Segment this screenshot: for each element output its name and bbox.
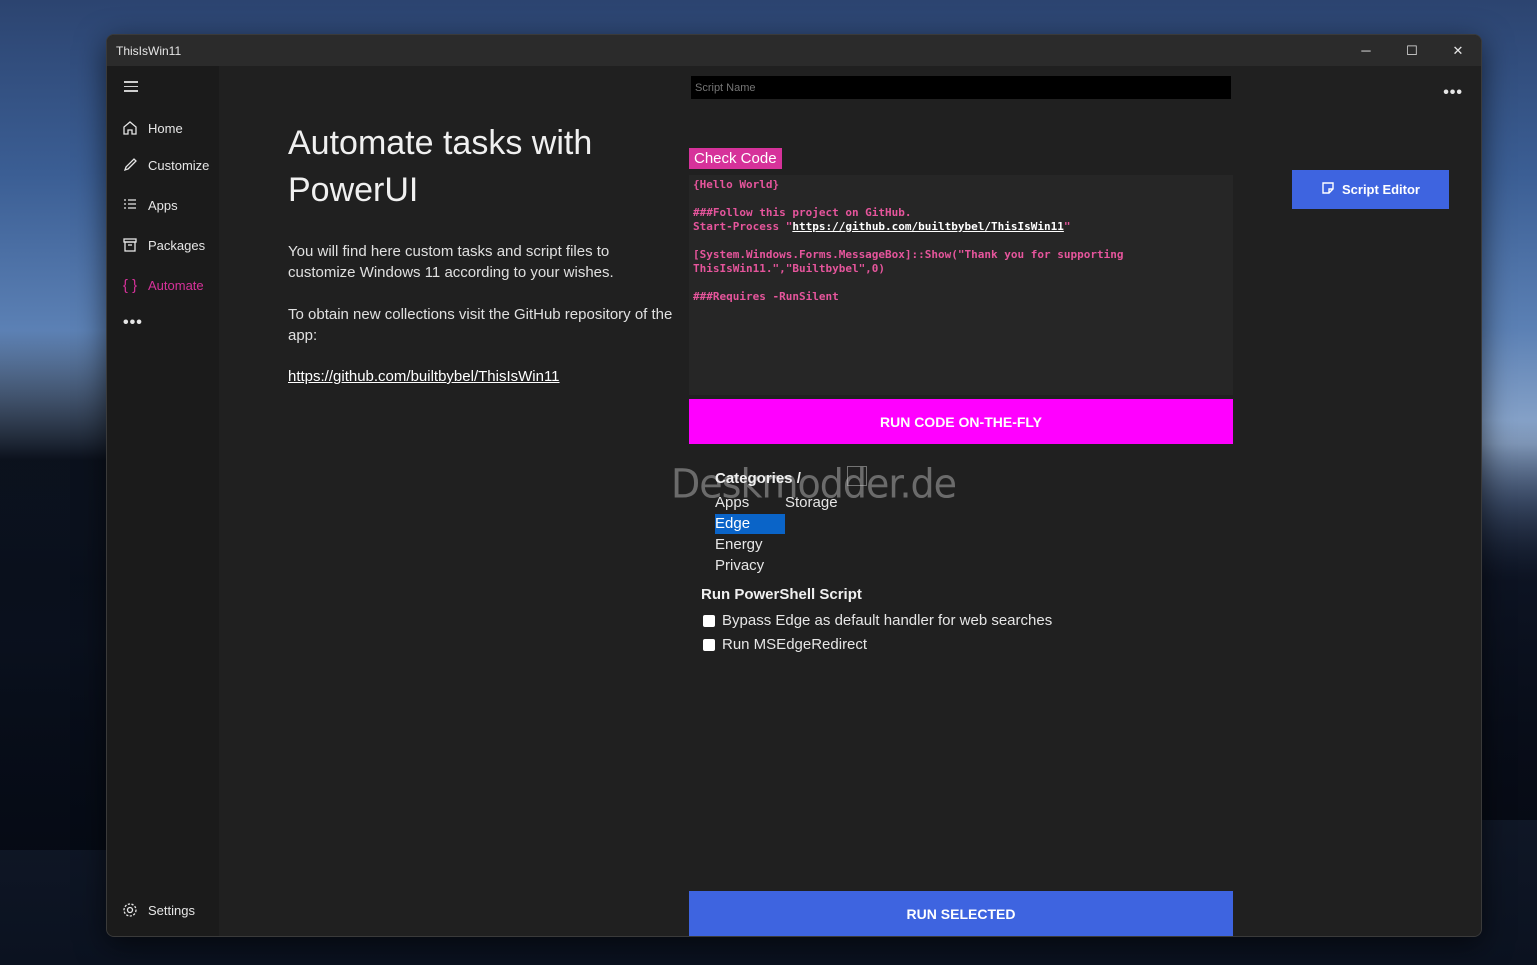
- categories-label: Categories /: [715, 470, 801, 487]
- pen-icon: [121, 156, 139, 174]
- run-selected-button[interactable]: RUN SELECTED: [689, 891, 1233, 936]
- sidebar-item-label: Apps: [148, 197, 178, 213]
- window-title: ThisIsWin11: [116, 43, 182, 58]
- code-url: https://github.com/builtbybel/ThisIsWin1…: [792, 220, 1064, 233]
- sidebar-item-packages[interactable]: Packages: [121, 236, 205, 254]
- title-bar[interactable]: ThisIsWin11 ─ ☐ ✕: [107, 35, 1481, 66]
- code-line: {Hello World}: [693, 178, 780, 191]
- category-storage[interactable]: Storage: [785, 493, 838, 513]
- sidebar-item-settings[interactable]: Settings: [121, 901, 195, 919]
- wallpaper-trees-right: [1477, 420, 1537, 820]
- page-title: Automate tasks with PowerUI: [288, 124, 593, 209]
- sidebar-item-label: Settings: [148, 902, 195, 918]
- repository-text: To obtain new collections visit the GitH…: [288, 306, 673, 344]
- checkbox-box[interactable]: [703, 614, 715, 627]
- sidebar-item-label: Home: [148, 120, 183, 136]
- github-link[interactable]: https://github.com/builtbybel/ThisIsWin1…: [288, 368, 560, 385]
- more-nav-icon[interactable]: •••: [123, 314, 143, 332]
- code-line: ThisIsWin11.","Builtbybel",0): [693, 262, 886, 275]
- category-apps[interactable]: Apps: [715, 493, 749, 513]
- app-window: ThisIsWin11 ─ ☐ ✕ Home Customize Apps Pa…: [106, 34, 1482, 937]
- run-code-on-the-fly-button[interactable]: RUN CODE ON-THE-FLY: [689, 399, 1233, 444]
- sidebar-item-label: Customize: [148, 157, 210, 173]
- close-icon: ✕: [1452, 42, 1464, 58]
- code-line: ###Follow this project on GitHub.: [693, 206, 912, 219]
- category-privacy[interactable]: Privacy: [715, 556, 764, 576]
- description-text: You will find here custom tasks and scri…: [288, 243, 614, 281]
- braces-icon: { }: [122, 276, 138, 294]
- gear-icon: [121, 901, 139, 919]
- check-code-label[interactable]: Check Code: [689, 148, 782, 169]
- sidebar-item-label: Automate: [148, 277, 204, 293]
- msedgeredirect-checkbox[interactable]: Run MSEdgeRedirect: [703, 636, 867, 653]
- script-editor-label: Script Editor: [1341, 182, 1420, 197]
- home-icon: [121, 119, 139, 137]
- sidebar-item-label: Packages: [148, 237, 206, 253]
- script-name-input[interactable]: [691, 76, 1231, 99]
- box-icon: [121, 236, 139, 254]
- close-button[interactable]: ✕: [1435, 35, 1481, 66]
- code-line: ###Requires -RunSilent: [693, 290, 839, 303]
- sidebar-item-apps[interactable]: Apps: [121, 196, 178, 214]
- script-editor-button[interactable]: Script Editor: [1292, 170, 1449, 209]
- minimize-button[interactable]: ─: [1343, 35, 1389, 66]
- sidebar-item-automate[interactable]: { } Automate: [121, 276, 204, 294]
- checkbox-label: Run MSEdgeRedirect: [722, 636, 868, 653]
- code-editor[interactable]: {Hello World} ###Follow this project on …: [689, 175, 1233, 395]
- list-icon: [121, 196, 139, 214]
- main-content: Automate tasks with PowerUI You will fin…: [219, 66, 1481, 936]
- category-energy[interactable]: Energy: [715, 535, 763, 555]
- watermark-edit-icon: [847, 466, 867, 486]
- maximize-icon: ☐: [1406, 42, 1418, 58]
- note-edit-icon: [1321, 181, 1335, 198]
- category-edge[interactable]: Edge: [715, 514, 785, 534]
- minimize-icon: ─: [1361, 43, 1371, 58]
- bypass-edge-checkbox[interactable]: Bypass Edge as default handler for web s…: [703, 612, 1052, 629]
- checkbox-box[interactable]: [703, 638, 715, 651]
- wallpaper-trees: [0, 330, 110, 850]
- sidebar-item-customize[interactable]: Customize: [121, 156, 209, 174]
- window-controls: ─ ☐ ✕: [1343, 35, 1481, 66]
- maximize-button[interactable]: ☐: [1389, 35, 1435, 66]
- hamburger-menu-icon[interactable]: [124, 81, 138, 93]
- powershell-section-label: Run PowerShell Script: [701, 586, 862, 603]
- more-options-icon[interactable]: •••: [1443, 84, 1463, 102]
- sidebar-item-home[interactable]: Home: [121, 119, 183, 137]
- checkbox-label: Bypass Edge as default handler for web s…: [722, 612, 1053, 629]
- code-line: Start-Process "https://github.com/builtb…: [693, 220, 1071, 233]
- code-line: [System.Windows.Forms.MessageBox]::Show(…: [693, 248, 1124, 261]
- sidebar: Home Customize Apps Packages { } Automat…: [107, 66, 219, 936]
